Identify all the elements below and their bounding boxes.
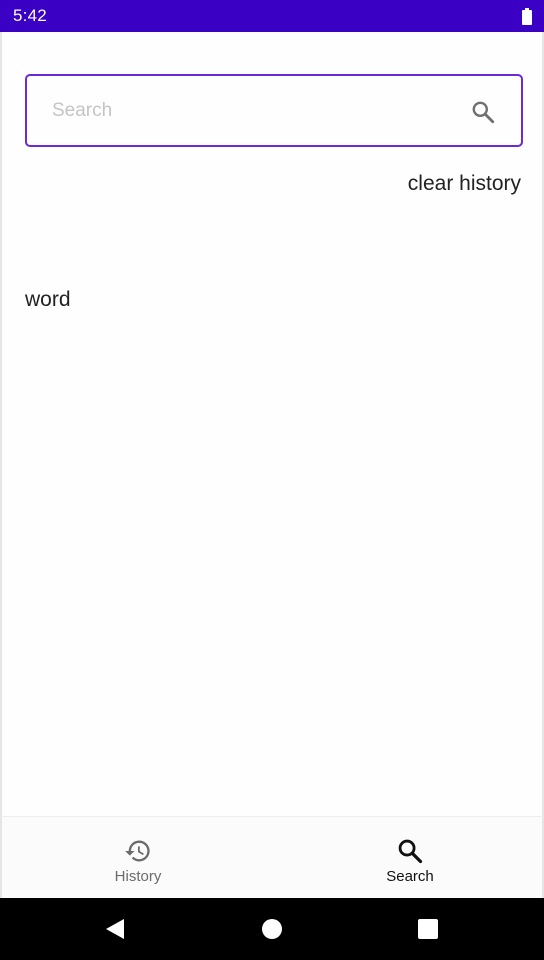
status-time: 5:42	[13, 6, 47, 25]
history-icon	[125, 840, 150, 862]
nav-label-search: Search	[386, 868, 434, 885]
recents-icon[interactable]	[418, 919, 438, 939]
history-list-item[interactable]: word	[25, 288, 71, 312]
search-icon	[472, 101, 495, 124]
nav-tab-search[interactable]: Search	[274, 817, 544, 899]
search-box	[25, 74, 523, 147]
clear-history-button[interactable]: clear history	[408, 172, 521, 196]
search-button[interactable]	[469, 98, 497, 126]
system-navigation-bar	[0, 898, 544, 960]
bottom-navigation: History Search	[0, 816, 544, 898]
search-input[interactable]	[52, 90, 452, 131]
nav-tab-history[interactable]: History	[2, 817, 274, 899]
nav-label-history: History	[114, 868, 162, 885]
back-icon[interactable]	[105, 918, 125, 940]
home-icon[interactable]	[262, 919, 282, 939]
main-content: clear history word	[0, 32, 544, 816]
search-icon	[398, 839, 423, 864]
status-bar: 5:42	[0, 0, 544, 32]
app-screen: 5:42 clear history word History	[0, 0, 544, 960]
battery-icon	[522, 7, 532, 25]
